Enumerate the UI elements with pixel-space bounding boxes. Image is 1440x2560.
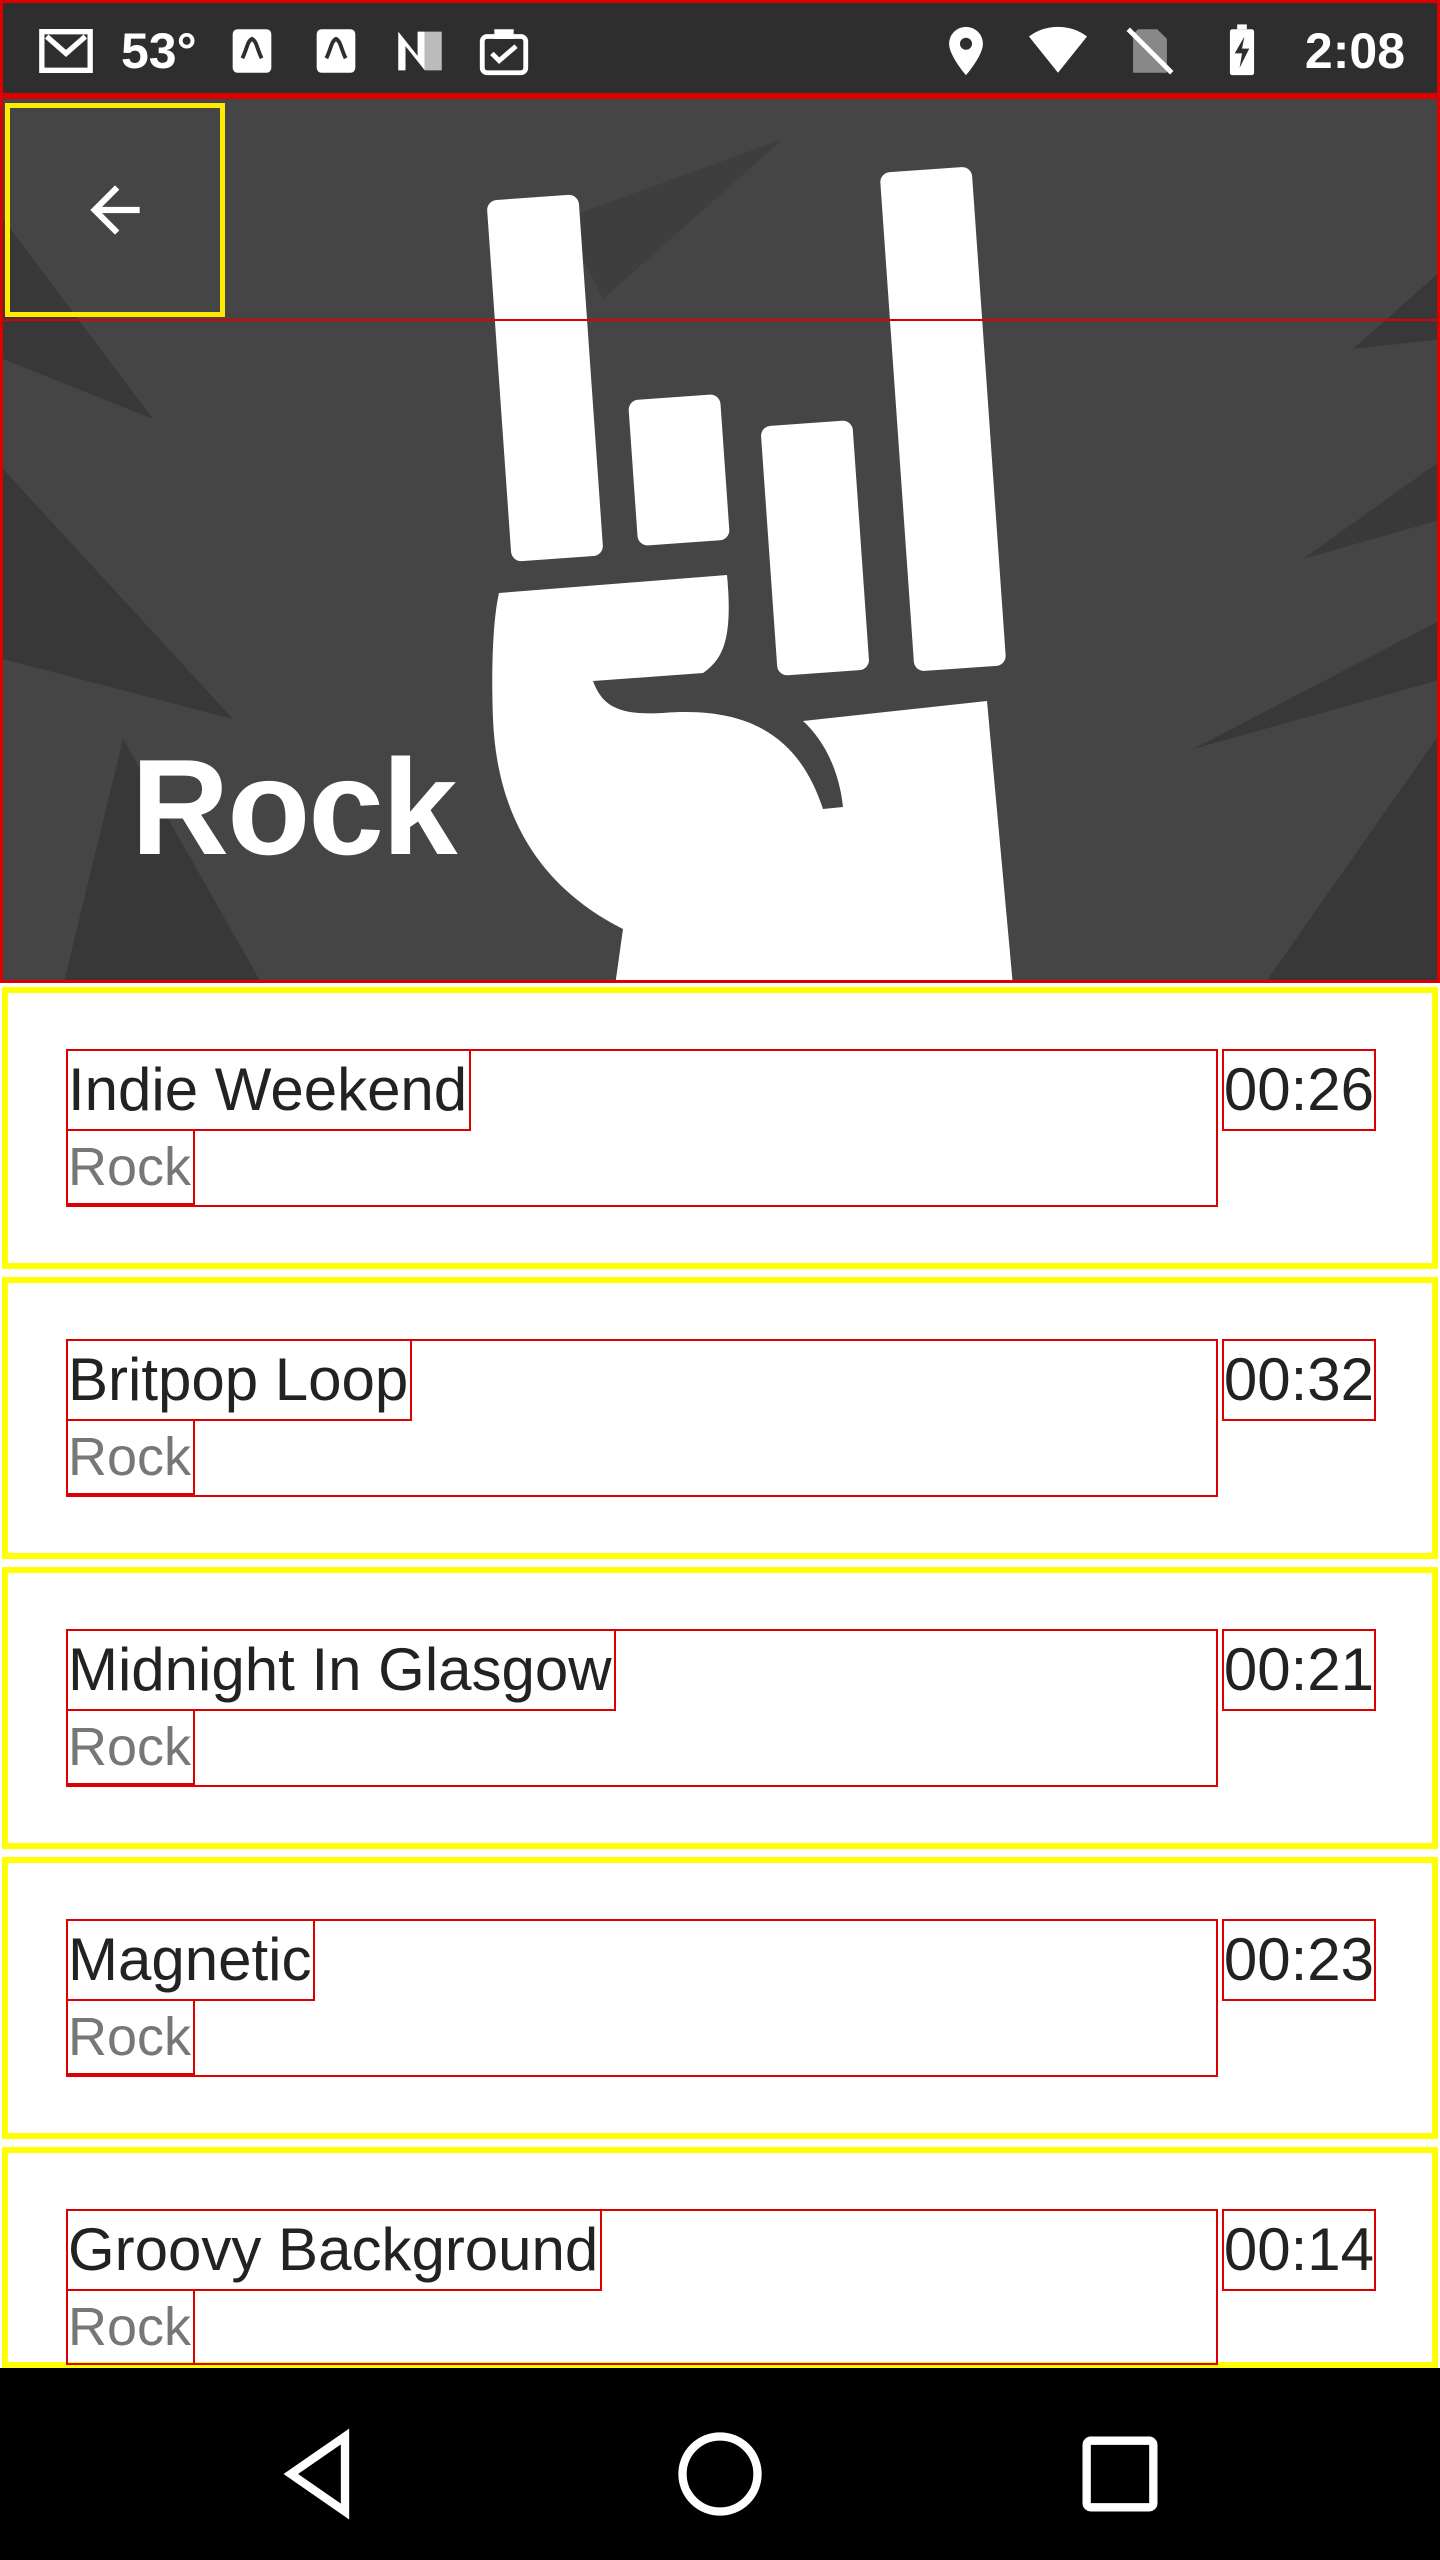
nav-home-button[interactable] xyxy=(670,2424,770,2524)
track-duration: 00:23 xyxy=(1221,1919,1376,2001)
track-duration: 00:14 xyxy=(1221,2209,1376,2291)
track-title: Indie Weekend xyxy=(66,1049,472,1131)
status-bar: 53° 2:08 xyxy=(0,0,1440,96)
battery-charging-icon xyxy=(1213,22,1271,80)
arrow-back-icon xyxy=(90,185,140,235)
gmail-icon xyxy=(37,22,95,80)
nav-recents-button[interactable] xyxy=(1070,2424,1170,2524)
track-genre: Rock xyxy=(66,1419,196,1495)
genre-header: Rock xyxy=(0,96,1440,983)
nav-back-button[interactable] xyxy=(270,2424,370,2524)
track-duration: 00:21 xyxy=(1221,1629,1376,1711)
track-genre: Rock xyxy=(66,2289,196,2365)
track-title: Britpop Loop xyxy=(66,1339,413,1421)
track-duration: 00:32 xyxy=(1221,1339,1376,1421)
back-button[interactable] xyxy=(5,103,225,317)
track-item[interactable]: Britpop Loop Rock 00:32 xyxy=(2,1277,1438,1559)
huawei-icon xyxy=(223,22,281,80)
track-genre: Rock xyxy=(66,1709,196,1785)
track-genre: Rock xyxy=(66,1999,196,2075)
track-item[interactable]: Midnight In Glasgow Rock 00:21 xyxy=(2,1567,1438,1849)
back-triangle-icon xyxy=(283,2428,350,2520)
navigation-bar xyxy=(0,2368,1440,2560)
track-item[interactable]: Magnetic Rock 00:23 xyxy=(2,1857,1438,2139)
track-item[interactable]: Indie Weekend Rock 00:26 xyxy=(2,987,1438,1269)
genre-title: Rock xyxy=(131,731,458,883)
track-item[interactable]: Groovy Background Rock 00:14 xyxy=(2,2147,1438,2368)
clipboard-check-icon xyxy=(475,22,533,80)
huawei-icon xyxy=(307,22,365,80)
wifi-icon xyxy=(1028,22,1087,80)
recents-square-icon xyxy=(1082,2436,1158,2512)
track-title: Groovy Background xyxy=(66,2209,603,2291)
no-sim-icon xyxy=(1121,22,1179,80)
home-circle-icon xyxy=(678,2432,762,2516)
clock: 2:08 xyxy=(1304,23,1405,79)
toolbar-divider xyxy=(3,319,1437,321)
track-title: Magnetic xyxy=(66,1919,316,2001)
track-genre: Rock xyxy=(66,1129,196,1205)
n-logo-icon xyxy=(391,22,449,80)
track-duration: 00:26 xyxy=(1221,1049,1376,1131)
location-icon xyxy=(937,22,995,80)
temperature: 53° xyxy=(121,23,197,79)
track-title: Midnight In Glasgow xyxy=(66,1629,616,1711)
